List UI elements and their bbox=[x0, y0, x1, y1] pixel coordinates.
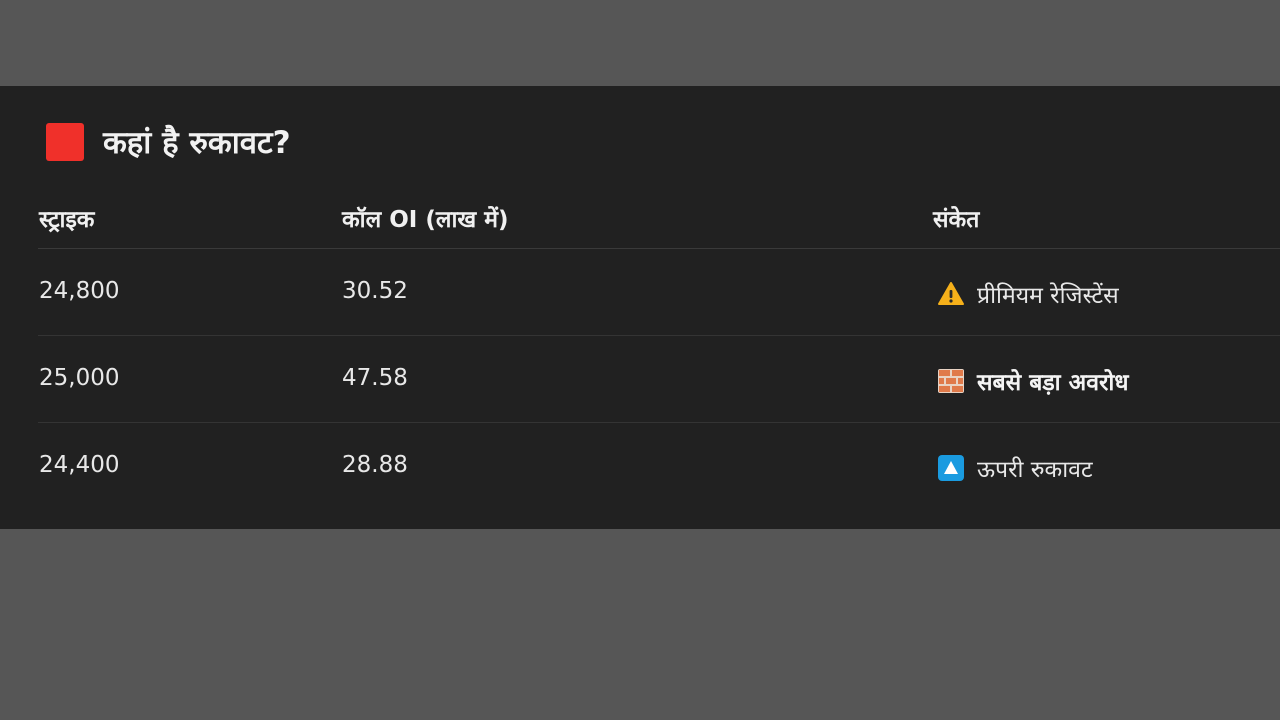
call-oi-cell: 28.88 bbox=[342, 452, 408, 478]
table-row: 24,400 28.88 ऊपरी रुकावट bbox=[38, 423, 1280, 509]
signal-cell: ऊपरी रुकावट bbox=[937, 452, 1093, 484]
resistance-table: स्ट्राइक कॉल OI (लाख में) संकेत 24,800 3… bbox=[38, 190, 1280, 509]
panel-title: कहां है रुकावट? bbox=[103, 125, 291, 161]
brick-wall-icon bbox=[937, 367, 965, 395]
signal-label: प्रीमियम रेजिस्टेंस bbox=[977, 283, 1119, 309]
table-row: 25,000 47.58 सबसे बड़ा अवरोध bbox=[38, 336, 1280, 423]
header-signal: संकेत bbox=[933, 207, 980, 233]
up-button-icon bbox=[937, 454, 965, 482]
signal-cell: प्रीमियम रेजिस्टेंस bbox=[937, 278, 1119, 310]
call-oi-cell: 47.58 bbox=[342, 365, 408, 391]
signal-label: सबसे बड़ा अवरोध bbox=[977, 370, 1129, 396]
signal-label: ऊपरी रुकावट bbox=[977, 457, 1093, 483]
header-strike: स्ट्राइक bbox=[39, 207, 95, 233]
header-call-oi: कॉल OI (लाख में) bbox=[342, 207, 509, 233]
signal-cell: सबसे बड़ा अवरोध bbox=[937, 365, 1129, 397]
table-row: 24,800 30.52 प्रीमियम रेजिस्टेंस bbox=[38, 249, 1280, 336]
strike-cell: 24,800 bbox=[39, 278, 120, 304]
resistance-panel: कहां है रुकावट? स्ट्राइक कॉल OI (लाख में… bbox=[0, 86, 1280, 529]
strike-cell: 25,000 bbox=[39, 365, 120, 391]
warning-icon bbox=[937, 280, 965, 308]
panel-header: कहां है रुकावट? bbox=[46, 122, 291, 162]
red-square-icon bbox=[46, 123, 84, 161]
table-header: स्ट्राइक कॉल OI (लाख में) संकेत bbox=[38, 190, 1280, 249]
strike-cell: 24,400 bbox=[39, 452, 120, 478]
call-oi-cell: 30.52 bbox=[342, 278, 408, 304]
